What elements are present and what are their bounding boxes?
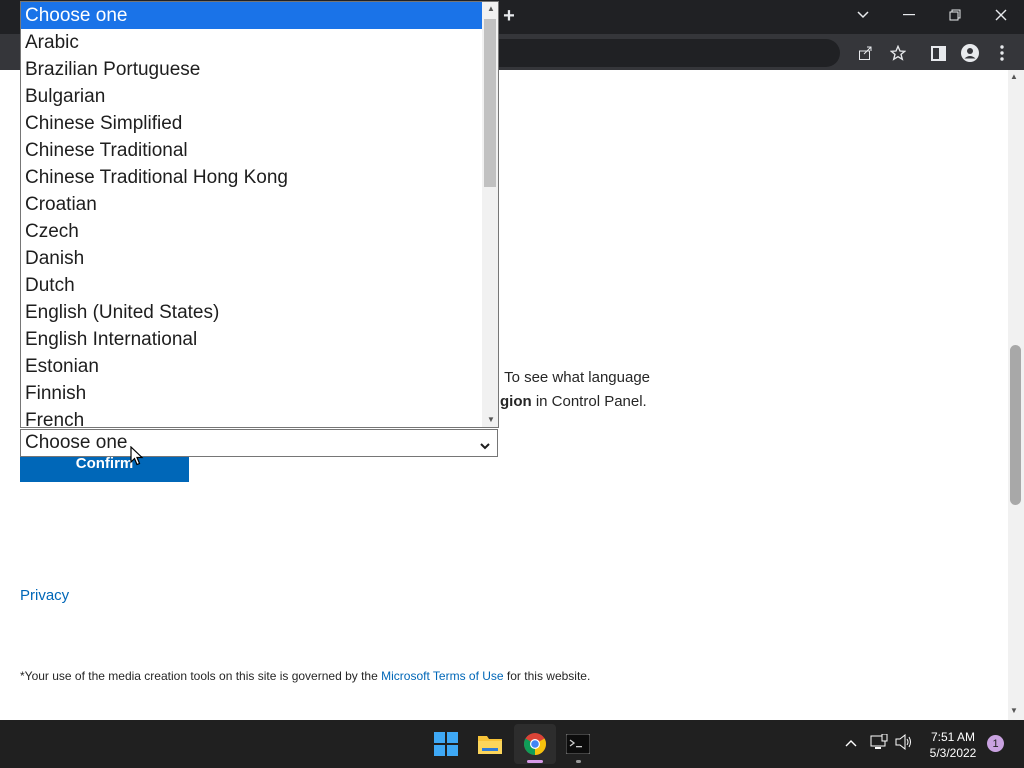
dropdown-option[interactable]: Choose one: [21, 2, 482, 29]
close-icon[interactable]: [992, 6, 1010, 24]
info-text-line-2-rest: in Control Panel.: [531, 393, 647, 410]
clock-time: 7:51 AM: [930, 730, 976, 744]
sidebar-icon[interactable]: [928, 43, 948, 63]
clock-date: 5/3/2022: [929, 746, 977, 760]
dropdown-option[interactable]: English (United States): [21, 299, 482, 326]
microsoft-terms-link[interactable]: Microsoft Terms of Use: [381, 669, 503, 683]
language-dropdown-list[interactable]: ▲ ▼ Choose one Arabic Brazilian Portuguese…: [20, 1, 499, 428]
dropdown-option[interactable]: Finnish: [21, 380, 482, 407]
chevron-up-icon[interactable]: [845, 734, 857, 752]
dropdown-option[interactable]: Bulgarian: [21, 83, 482, 110]
dropdown-option[interactable]: Dutch: [21, 272, 482, 299]
profile-icon[interactable]: [960, 43, 980, 63]
dropdown-scroll-down-icon[interactable]: ▼: [487, 415, 495, 424]
dropdown-option[interactable]: Brazilian Portuguese: [21, 56, 482, 83]
privacy-link[interactable]: Privacy: [20, 587, 69, 604]
mouse-cursor-icon: [130, 445, 144, 471]
chrome-running-indicator: [527, 760, 543, 763]
control-panel-region-bold: gion: [500, 393, 532, 410]
terminal-icon[interactable]: [558, 724, 598, 764]
footnote-text-after: for this website.: [503, 669, 591, 683]
notification-badge[interactable]: 1: [987, 735, 1004, 752]
dropdown-option[interactable]: Danish: [21, 245, 482, 272]
new-tab-button[interactable]: +: [500, 5, 518, 27]
page-scroll-thumb[interactable]: [1010, 345, 1021, 505]
dropdown-option[interactable]: Chinese Traditional: [21, 137, 482, 164]
dropdown-option[interactable]: English International: [21, 326, 482, 353]
network-icon[interactable]: [870, 733, 888, 755]
minimize-icon[interactable]: [900, 6, 918, 24]
dropdown-option[interactable]: Estonian: [21, 353, 482, 380]
chevron-down-icon: [479, 436, 491, 458]
dropdown-option[interactable]: Chinese Traditional Hong Kong: [21, 164, 482, 191]
system-clock[interactable]: 7:51 AM 5/3/2022: [918, 729, 988, 761]
dropdown-option[interactable]: Croatian: [21, 191, 482, 218]
volume-icon[interactable]: [895, 733, 913, 755]
info-text-line-2: gion in Control Panel.: [500, 393, 647, 410]
windows-start-icon[interactable]: [426, 724, 466, 764]
language-select-value: Choose one: [25, 432, 128, 453]
star-icon[interactable]: [888, 43, 908, 63]
menu-icon[interactable]: [994, 43, 1010, 63]
file-explorer-icon[interactable]: [470, 724, 510, 764]
footnote-text-before: *Your use of the media creation tools on…: [20, 669, 382, 683]
share-icon[interactable]: [856, 43, 876, 63]
dropdown-scroll-up-icon[interactable]: ▲: [487, 4, 495, 13]
terminal-running-indicator: [576, 760, 581, 763]
scroll-down-arrow-icon[interactable]: ▼: [1010, 706, 1018, 715]
chrome-icon[interactable]: [515, 724, 555, 764]
dropdown-option[interactable]: French: [21, 407, 482, 427]
dropdown-scroll-thumb[interactable]: [484, 19, 496, 187]
scroll-up-arrow-icon[interactable]: ▲: [1010, 72, 1018, 81]
terms-footnote: *Your use of the media creation tools on…: [20, 669, 590, 683]
dropdown-option[interactable]: Czech: [21, 218, 482, 245]
restore-icon[interactable]: [946, 6, 964, 24]
dropdown-option[interactable]: Arabic: [21, 29, 482, 56]
dropdown-option[interactable]: Chinese Simplified: [21, 110, 482, 137]
language-select[interactable]: Choose one: [20, 429, 498, 457]
tab-search-icon[interactable]: [854, 6, 872, 24]
info-text-line-1: . To see what language: [496, 369, 651, 386]
